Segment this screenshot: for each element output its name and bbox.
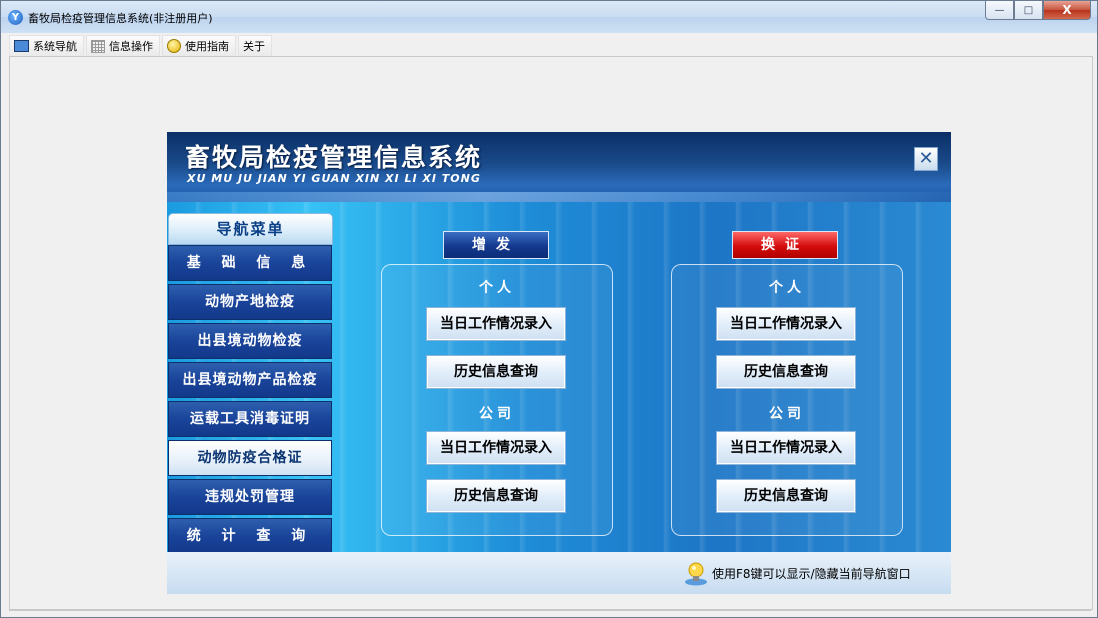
menu-label: 信息操作 xyxy=(109,40,153,53)
nav-item-vehicle-disinfection[interactable]: 运载工具消毒证明 xyxy=(168,401,332,437)
panel-footer: 使用F8键可以显示/隐藏当前导航窗口 xyxy=(167,552,951,594)
navigation-panel: 畜牧局检疫管理信息系统 XU MU JU JIAN YI GUAN XIN XI… xyxy=(167,132,951,594)
lightbulb-icon xyxy=(685,562,707,586)
app-logo-icon: Y xyxy=(8,10,23,25)
nav-item-violation-penalty[interactable]: 违规处罚管理 xyxy=(168,479,332,515)
nav-item-outbound-product[interactable]: 出县境动物产品检疫 xyxy=(168,362,332,398)
menu-bar: 系统导航 信息操作 使用指南 关于 xyxy=(9,35,274,57)
issue-company-entry-button[interactable]: 当日工作情况录入 xyxy=(426,431,566,465)
nav-item-epidemic-cert[interactable]: 动物防疫合格证 xyxy=(168,440,332,476)
nav-item-origin-quarantine[interactable]: 动物产地检疫 xyxy=(168,284,332,320)
nav-menu-header: 导航菜单 xyxy=(168,213,333,245)
section-personal-label: 个人 xyxy=(769,280,805,296)
status-divider xyxy=(9,610,1091,611)
nav-item-outbound-animal[interactable]: 出县境动物检疫 xyxy=(168,323,332,359)
issue-company-history-button[interactable]: 历史信息查询 xyxy=(426,479,566,513)
group-renew: 个人 当日工作情况录入 历史信息查询 公司 当日工作情况录入 历史信息查询 xyxy=(671,264,903,536)
nav-item-basic-info[interactable]: 基 础 信 息 xyxy=(168,245,332,281)
title-bar: Y 畜牧局检疫管理信息系统(非注册用户) — □ X xyxy=(1,1,1097,33)
banner-stripe xyxy=(167,192,951,202)
renew-company-history-button[interactable]: 历史信息查询 xyxy=(716,479,856,513)
maximize-button[interactable]: □ xyxy=(1014,1,1043,20)
monitor-icon xyxy=(14,40,29,52)
footer-tip: 使用F8键可以显示/隐藏当前导航窗口 xyxy=(712,567,911,581)
section-personal-label: 个人 xyxy=(479,280,515,296)
window-title: 畜牧局检疫管理信息系统(非注册用户) xyxy=(28,12,213,25)
panel-subtitle: XU MU JU JIAN YI GUAN XIN XI LI XI TONG xyxy=(187,172,481,185)
section-company-label: 公司 xyxy=(769,406,805,422)
panel-close-button[interactable]: ✕ xyxy=(914,147,938,171)
panel-title: 畜牧局检疫管理信息系统 xyxy=(185,143,483,172)
menu-label: 系统导航 xyxy=(33,40,77,53)
grid-icon xyxy=(91,39,105,53)
window-controls: — □ X xyxy=(985,1,1091,20)
menu-label: 关于 xyxy=(243,40,265,53)
group-title-issue: 增发 xyxy=(443,231,549,259)
close-button[interactable]: X xyxy=(1043,1,1091,20)
renew-personal-entry-button[interactable]: 当日工作情况录入 xyxy=(716,307,856,341)
nav-menu: 基 础 信 息 动物产地检疫 出县境动物检疫 出县境动物产品检疫 运载工具消毒证… xyxy=(168,245,332,557)
section-company-label: 公司 xyxy=(479,406,515,422)
menu-system-nav[interactable]: 系统导航 xyxy=(9,35,84,57)
menu-user-guide[interactable]: 使用指南 xyxy=(162,35,236,57)
menu-label: 使用指南 xyxy=(185,40,229,53)
nav-item-statistics[interactable]: 统 计 查 询 xyxy=(168,518,332,554)
renew-company-entry-button[interactable]: 当日工作情况录入 xyxy=(716,431,856,465)
menu-info-ops[interactable]: 信息操作 xyxy=(86,35,160,57)
issue-personal-entry-button[interactable]: 当日工作情况录入 xyxy=(426,307,566,341)
group-issue: 个人 当日工作情况录入 历史信息查询 公司 当日工作情况录入 历史信息查询 xyxy=(381,264,613,536)
group-title-renew: 换证 xyxy=(732,231,838,259)
help-bulb-icon xyxy=(167,39,181,53)
menu-about[interactable]: 关于 xyxy=(238,35,272,57)
issue-personal-history-button[interactable]: 历史信息查询 xyxy=(426,355,566,389)
minimize-button[interactable]: — xyxy=(985,1,1014,20)
renew-personal-history-button[interactable]: 历史信息查询 xyxy=(716,355,856,389)
